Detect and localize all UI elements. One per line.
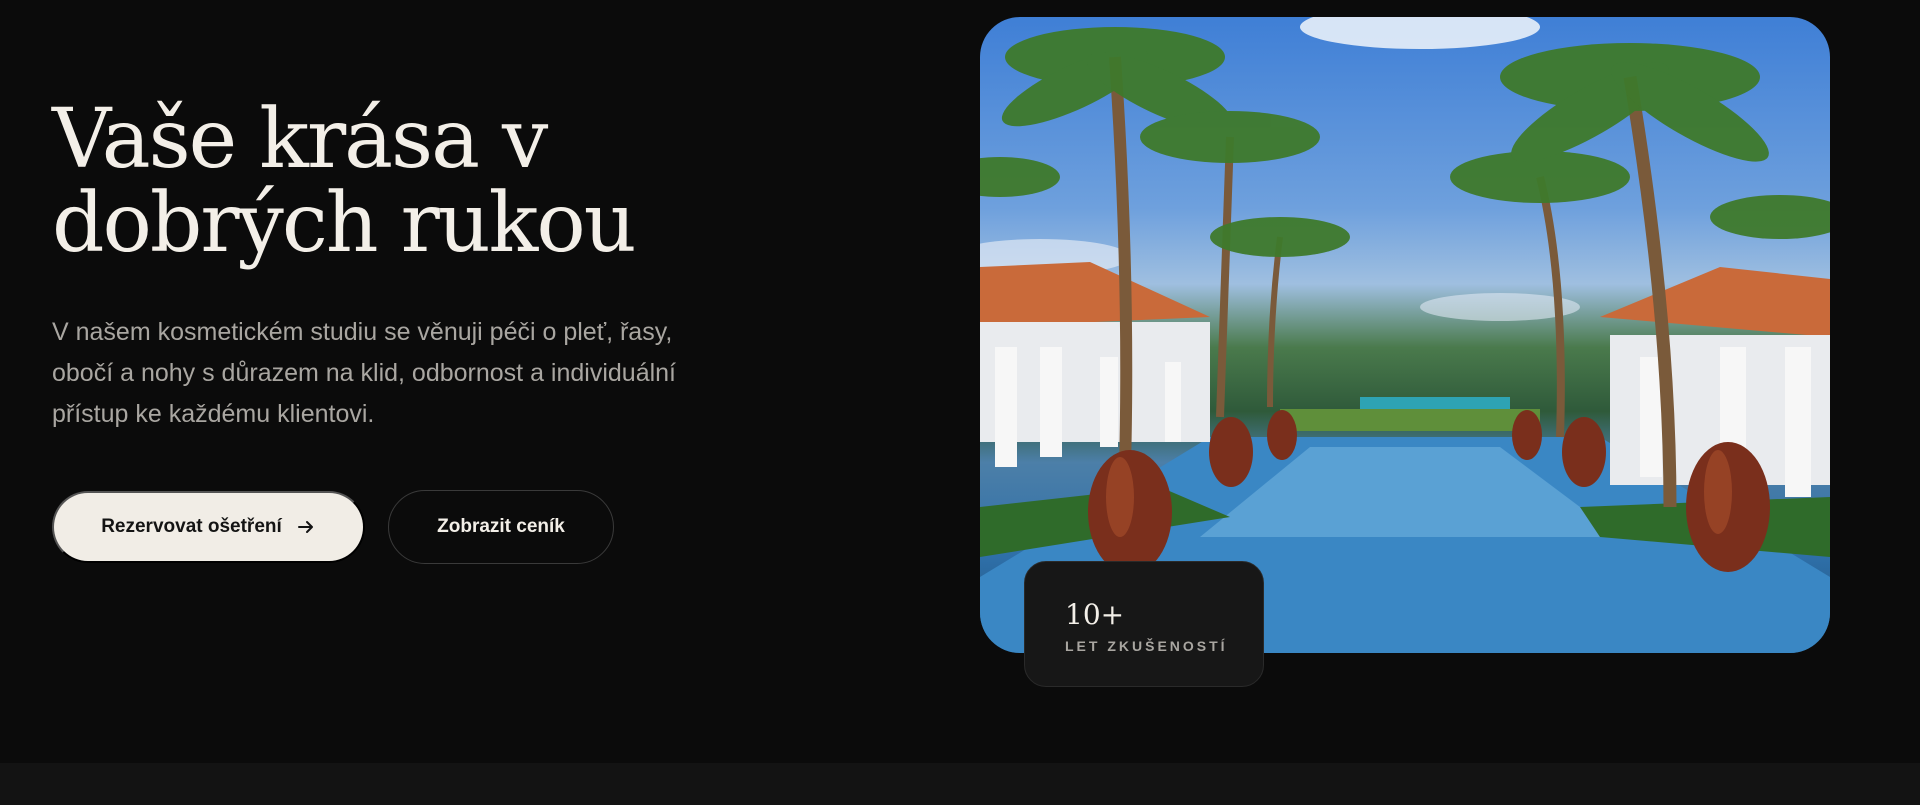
experience-stat-label: LET ZKUŠENOSTÍ	[1065, 638, 1228, 654]
hero-headline: Vaše krása v dobrých rukou	[52, 92, 637, 271]
view-pricing-label: Zobrazit ceník	[437, 516, 565, 537]
next-section	[0, 763, 1920, 805]
view-pricing-button[interactable]: Zobrazit ceník	[388, 490, 614, 564]
arrow-right-icon	[296, 517, 316, 537]
experience-stat-card: 10+ LET ZKUŠENOSTÍ	[1024, 561, 1264, 687]
hero-lead: V našem kosmetickém studiu se věnuji péč…	[52, 318, 676, 428]
experience-stat-value: 10+	[1065, 598, 1125, 631]
hero-section: Vaše krása v dobrých rukou V našem kosme…	[0, 0, 1920, 763]
book-treatment-button[interactable]: Rezervovat ošetření	[52, 491, 365, 563]
hero-image	[980, 17, 1830, 653]
book-treatment-label: Rezervovat ošetření	[101, 516, 282, 537]
